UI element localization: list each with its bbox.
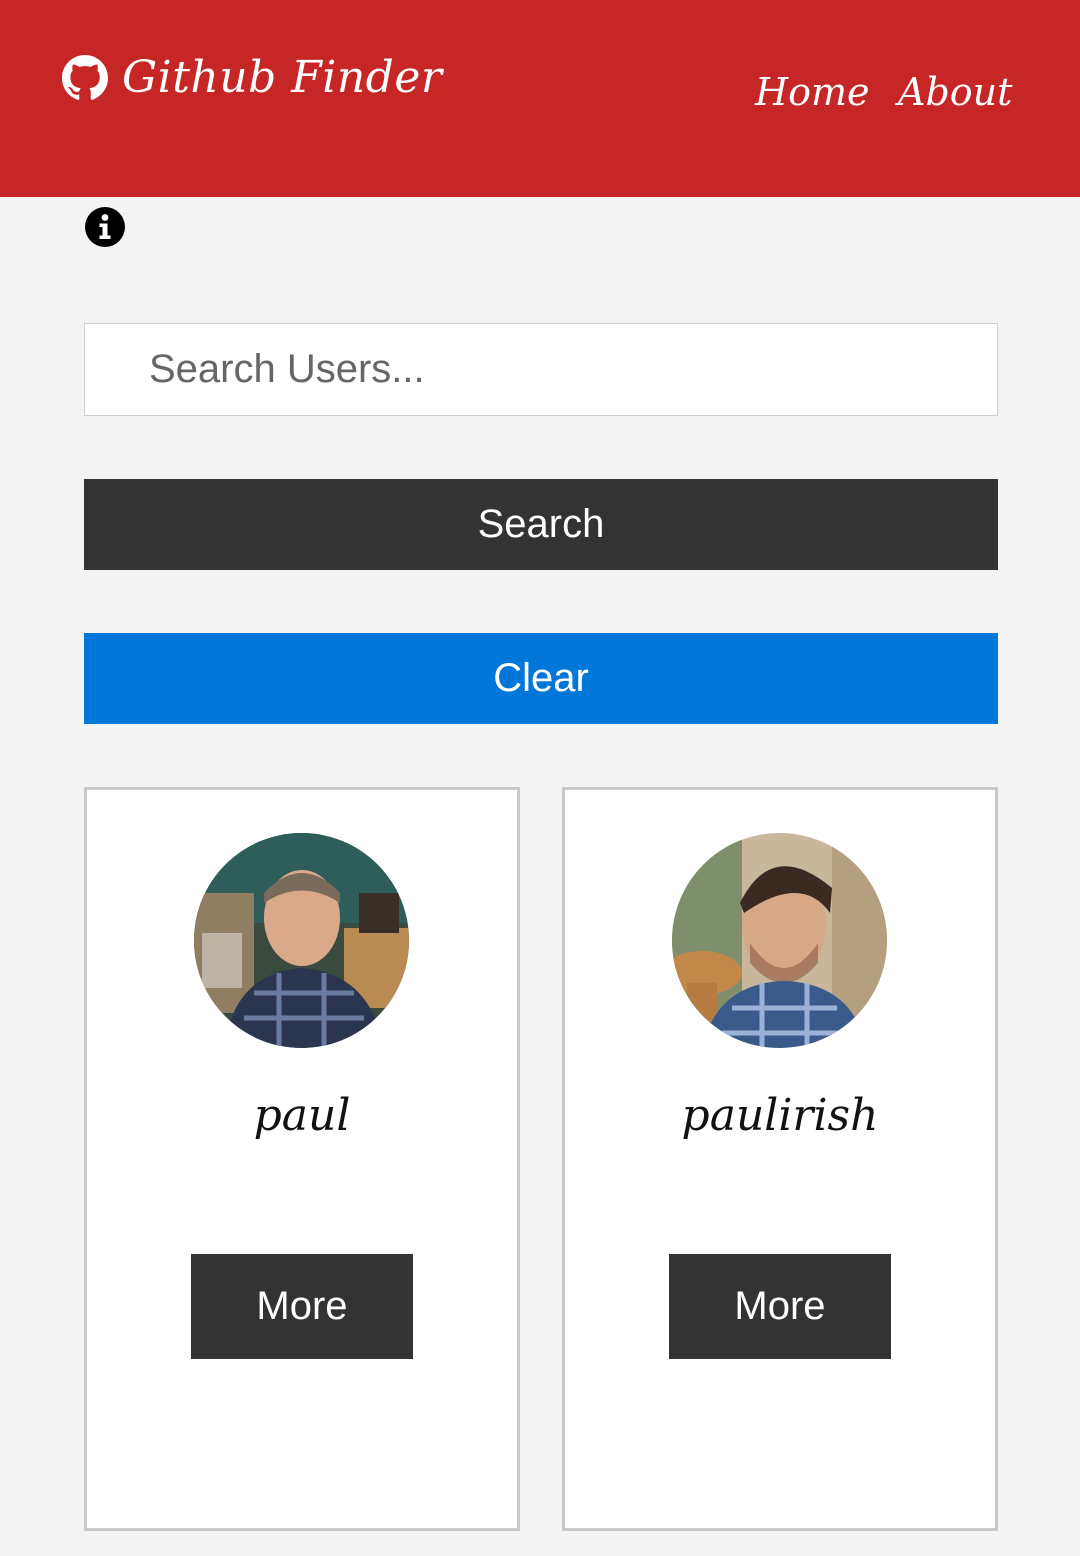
brand-title: Github Finder <box>122 52 443 103</box>
clear-button[interactable]: Clear <box>84 633 998 724</box>
avatar-photo <box>672 833 887 1048</box>
search-input[interactable] <box>84 323 998 416</box>
avatar-photo <box>194 833 409 1048</box>
github-icon <box>62 54 108 100</box>
search-button[interactable]: Search <box>84 479 998 570</box>
more-button[interactable]: More <box>669 1254 891 1359</box>
username: paul <box>253 1090 351 1141</box>
brand[interactable]: Github Finder <box>62 52 442 103</box>
more-button[interactable]: More <box>191 1254 413 1359</box>
nav-link-home[interactable]: Home <box>755 70 870 114</box>
avatar <box>194 833 409 1048</box>
username: paulirish <box>681 1090 879 1141</box>
avatar <box>672 833 887 1048</box>
info-icon[interactable] <box>84 206 126 248</box>
user-card: paul More <box>84 787 520 1531</box>
user-card: paulirish More <box>562 787 998 1531</box>
navbar: Github Finder Home About <box>0 0 1080 197</box>
nav-link-about[interactable]: About <box>898 70 1012 114</box>
